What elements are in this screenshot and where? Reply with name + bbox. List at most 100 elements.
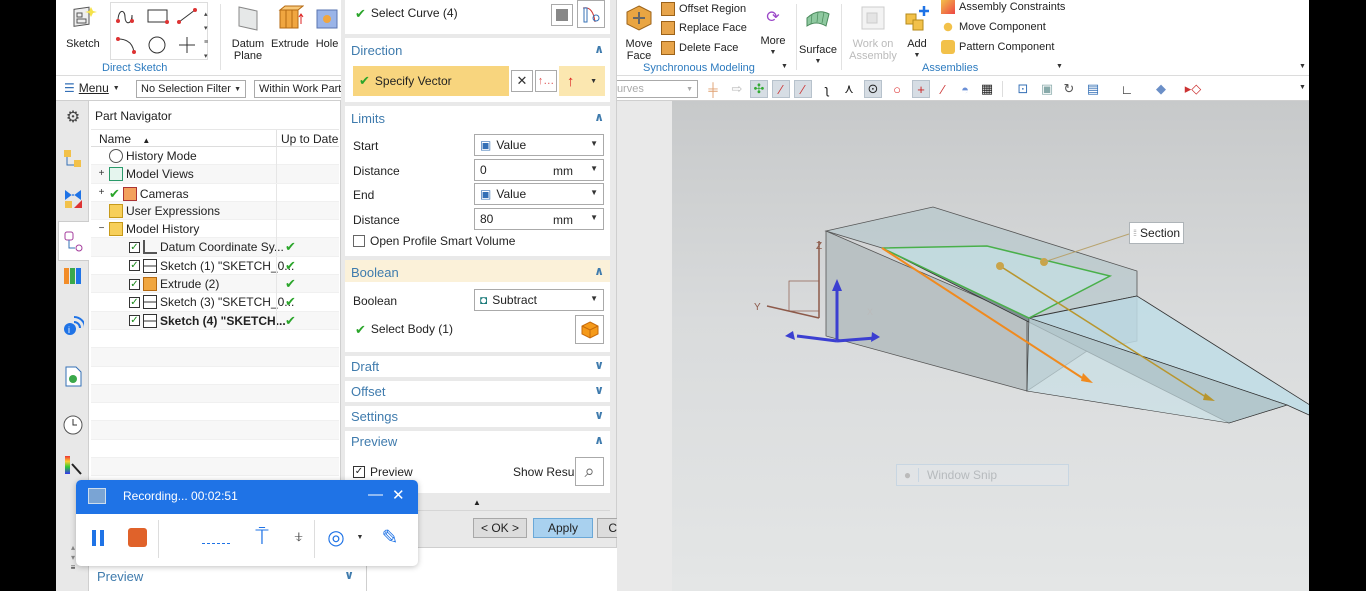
sketch-button[interactable]: Sketch — [62, 2, 104, 50]
quadrant-point-icon[interactable]: ○ — [888, 80, 906, 98]
show-result-button[interactable]: ⌕ — [575, 457, 604, 486]
vector-handle[interactable] — [996, 262, 1004, 270]
close-button[interactable]: ✕ — [392, 486, 405, 504]
direction-section-title[interactable]: Direction — [351, 43, 402, 58]
rectangle-icon[interactable] — [145, 7, 171, 25]
webcam-dropdown[interactable]: ▼ — [356, 532, 364, 542]
expand-chevron-icon[interactable]: ∨ — [594, 383, 604, 397]
zoom-icon[interactable]: ▣ — [1038, 80, 1056, 98]
move-component-button[interactable]: Move Component — [941, 18, 1046, 36]
stop-button[interactable] — [128, 528, 147, 547]
expand-chevron-icon[interactable]: ∨ — [594, 358, 604, 372]
pencil-annotate-icon[interactable]: ✎ — [378, 524, 402, 550]
tree-row-datum-csys[interactable]: ✓ Datum Coordinate Sy... ✔ — [91, 238, 339, 257]
line-icon[interactable] — [175, 7, 201, 25]
move-face-button[interactable]: Move Face — [620, 2, 658, 62]
fit-view-icon[interactable]: ⊡ — [1014, 80, 1032, 98]
offset-card[interactable]: Offset ∨ — [345, 381, 610, 402]
sketch-section-button[interactable] — [551, 4, 573, 26]
name-column-header[interactable]: Name ▲ — [99, 132, 150, 146]
open-profile-smart-volume-checkbox[interactable]: Open Profile Smart Volume — [353, 234, 515, 248]
stop-at-intersection-icon[interactable]: ╪ — [704, 80, 722, 98]
replace-face-button[interactable]: Replace Face — [661, 19, 747, 37]
selection-filter-dropdown[interactable]: No Selection Filter ▼ — [136, 80, 246, 98]
wcs-icon[interactable]: ∟ — [1118, 80, 1136, 98]
gallery-scroll[interactable]: ▴ ▾ ≡ ▾ — [204, 8, 208, 64]
part-navigator-icon[interactable] — [58, 221, 89, 261]
work-on-assembly-button[interactable]: Work on Assembly — [848, 2, 898, 62]
webcam-add-icon[interactable]: ◎ — [324, 524, 348, 550]
preview-section-title[interactable]: Preview — [351, 434, 397, 449]
vector-dialog-button[interactable]: ↑… — [535, 70, 557, 92]
tree-row-cameras[interactable]: + ✔ Cameras — [91, 183, 339, 202]
hd3d-tools-icon[interactable]: i — [61, 313, 85, 337]
curve-section-button[interactable] — [577, 0, 605, 28]
system-audio-icon[interactable]: ⍑ — [251, 522, 273, 552]
tree-row-model-views[interactable]: + Model Views — [91, 165, 339, 184]
selection-scope-dropdown[interactable]: Within Work Part — [254, 80, 346, 98]
ribbon-options[interactable]: ▼ — [1299, 63, 1306, 70]
history-clock-icon[interactable] — [61, 413, 85, 437]
ok-button[interactable]: < OK > — [473, 518, 527, 538]
model-viewport[interactable]: Z Y X — [617, 101, 1309, 591]
unit-dropdown[interactable]: mm — [553, 213, 573, 227]
follow-fillet-icon[interactable]: ⇨ — [728, 80, 746, 98]
end-limit-dropdown[interactable]: ▣ Value ▼ — [474, 183, 604, 205]
intersection-point-icon[interactable]: ⋏ — [840, 80, 858, 98]
point-on-face-icon[interactable]: ◓ — [956, 80, 974, 98]
collapse-chevron-icon[interactable]: ∧ — [594, 110, 604, 124]
expand-chevron-icon[interactable]: ∨ — [594, 408, 604, 422]
collapse-dialog-icon[interactable]: ▲ — [473, 498, 481, 507]
constraint-navigator-icon[interactable] — [61, 186, 85, 210]
more-button[interactable]: ⟳ More ▼ — [756, 2, 790, 59]
select-body-row[interactable]: ✔ Select Body (1) — [355, 322, 453, 338]
assembly-constraints-button[interactable]: Assembly Constraints — [941, 0, 1065, 16]
start-limit-dropdown[interactable]: ▣ Value ▼ — [474, 134, 604, 156]
settings-section-title[interactable]: Settings — [351, 409, 398, 424]
section-label-tag[interactable]: ⁞⁞ Section — [1129, 222, 1184, 244]
delete-face-button[interactable]: Delete Face — [661, 39, 738, 57]
offset-section-title[interactable]: Offset — [351, 384, 385, 399]
draft-section-title[interactable]: Draft — [351, 359, 379, 374]
web-browser-icon[interactable] — [61, 364, 85, 388]
offset-region-button[interactable]: Offset Region — [661, 0, 746, 18]
drag-grip-icon[interactable]: ⁞⁞ — [1133, 228, 1137, 238]
bounded-grid-icon[interactable]: ▦ — [978, 80, 996, 98]
select-curve-row[interactable]: ✔ Select Curve (4) — [355, 6, 458, 22]
surface-button[interactable]: Surface ▼ — [798, 2, 838, 68]
checkbox-box[interactable] — [353, 235, 365, 247]
visibility-checkbox[interactable]: ✓ — [129, 241, 140, 253]
mid-point-icon[interactable]: ⁄ — [794, 80, 812, 98]
assembly-navigator-icon[interactable] — [61, 147, 85, 171]
specify-vector-row[interactable]: ✔ Specify Vector — [353, 66, 509, 96]
tree-row-sketch-1[interactable]: ✓ Sketch (1) "SKETCH_0... ✔ — [91, 256, 339, 276]
rotate-icon[interactable]: ↻ — [1060, 80, 1078, 98]
tree-row-history-mode[interactable]: History Mode — [91, 147, 339, 166]
studio-spline-icon[interactable] — [115, 7, 141, 25]
circle-icon[interactable] — [145, 35, 171, 55]
show-hide-icon[interactable]: ▸◇ — [1184, 80, 1202, 98]
menu-button[interactable]: ☰ Menu ▼ — [64, 81, 120, 95]
point-on-curve-icon[interactable]: ∕ — [934, 80, 952, 98]
limits-section-title[interactable]: Limits — [351, 111, 385, 126]
end-point-icon[interactable]: ⁄ — [772, 80, 790, 98]
curve-rule-dropdown[interactable]: Curves ▼ — [604, 80, 698, 98]
tree-row-sketch-4[interactable]: ✓ Sketch (4) "SKETCH... ✔ — [91, 311, 339, 330]
microphone-icon[interactable]: ⍖ — [289, 522, 309, 552]
snap-point-icon[interactable]: ✣ — [750, 80, 768, 98]
preview-checkbox[interactable]: ✓ Preview — [353, 465, 413, 479]
arc-icon[interactable] — [115, 35, 141, 55]
hole-button[interactable]: Hole — [312, 2, 342, 50]
datum-plane-button[interactable]: Datum Plane — [226, 2, 270, 62]
pause-button[interactable] — [90, 528, 106, 548]
minimize-button[interactable]: — — [368, 486, 383, 503]
control-point-icon[interactable]: ʅ — [818, 80, 836, 98]
graphics-window[interactable]: Z Y X ⁞⁞ Section ● Window Snip — [617, 101, 1309, 591]
settings-gear-icon[interactable]: ⚙ — [61, 105, 85, 129]
expand-icon[interactable]: + — [97, 168, 106, 179]
add-component-button[interactable]: Add ▼ — [899, 2, 935, 62]
visibility-checkbox[interactable]: ✓ — [129, 315, 140, 327]
existing-point-icon[interactable]: + — [912, 80, 930, 98]
boolean-type-dropdown[interactable]: ◘ Subtract ▼ — [474, 289, 604, 311]
expand-icon[interactable]: + — [97, 188, 106, 198]
